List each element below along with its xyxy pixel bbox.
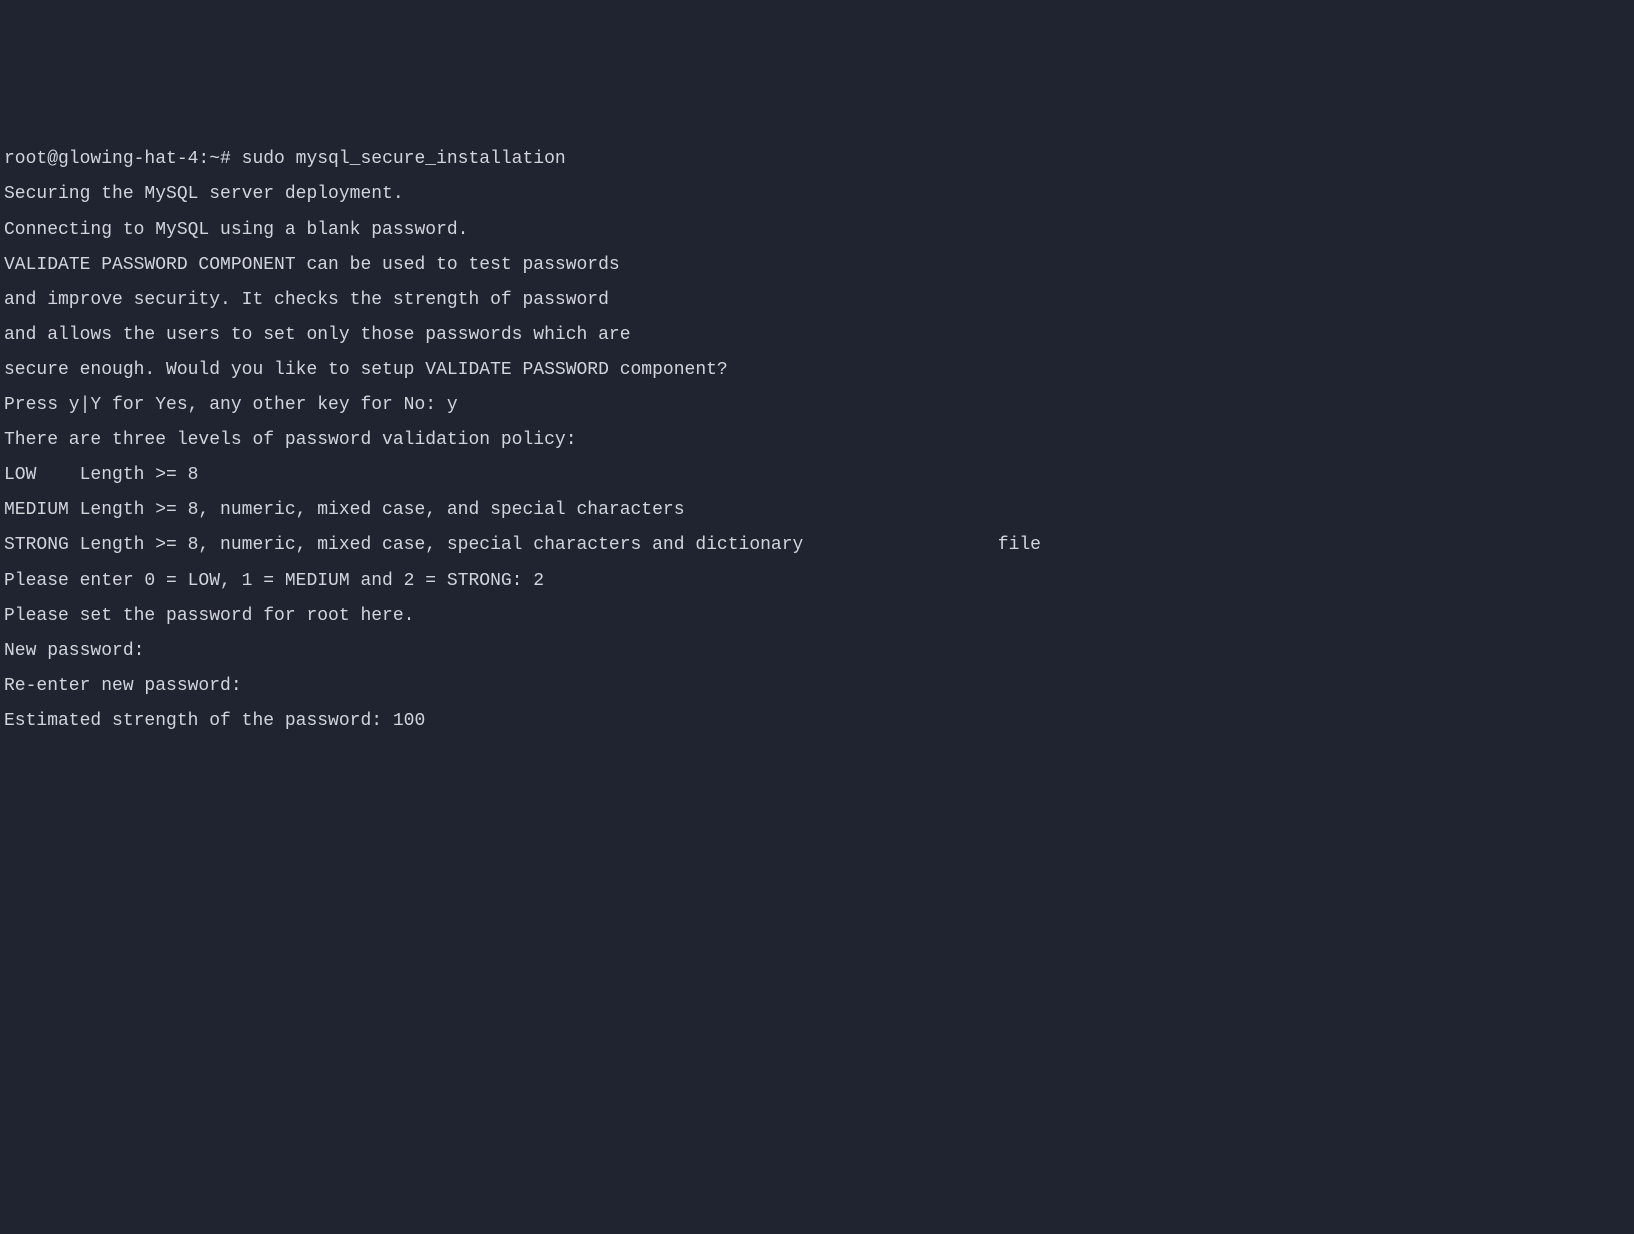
- output-line: Securing the MySQL server deployment.: [4, 177, 1630, 212]
- output-line: MEDIUM Length >= 8, numeric, mixed case,…: [4, 493, 1630, 528]
- terminal-window[interactable]: root@glowing-hat-4:~# sudo mysql_secure_…: [4, 142, 1630, 739]
- output-line: and allows the users to set only those p…: [4, 318, 1630, 353]
- output-line: There are three levels of password valid…: [4, 423, 1630, 458]
- output-line: Press y|Y for Yes, any other key for No:…: [4, 388, 1630, 423]
- output-line: Connecting to MySQL using a blank passwo…: [4, 213, 1630, 248]
- output-line: Estimated strength of the password: 100: [4, 704, 1630, 739]
- output-line: secure enough. Would you like to setup V…: [4, 353, 1630, 388]
- typed-command: sudo mysql_secure_installation: [242, 149, 566, 169]
- output-line: VALIDATE PASSWORD COMPONENT can be used …: [4, 248, 1630, 283]
- output-line: and improve security. It checks the stre…: [4, 283, 1630, 318]
- output-line: STRONG Length >= 8, numeric, mixed case,…: [4, 528, 1630, 563]
- output-line: Please set the password for root here.: [4, 599, 1630, 634]
- shell-prompt: root@glowing-hat-4:~#: [4, 149, 242, 169]
- output-line: Please enter 0 = LOW, 1 = MEDIUM and 2 =…: [4, 564, 1630, 599]
- command-line: root@glowing-hat-4:~# sudo mysql_secure_…: [4, 142, 1630, 177]
- output-line: New password:: [4, 634, 1630, 669]
- output-line: Re-enter new password:: [4, 669, 1630, 704]
- output-line: LOW Length >= 8: [4, 458, 1630, 493]
